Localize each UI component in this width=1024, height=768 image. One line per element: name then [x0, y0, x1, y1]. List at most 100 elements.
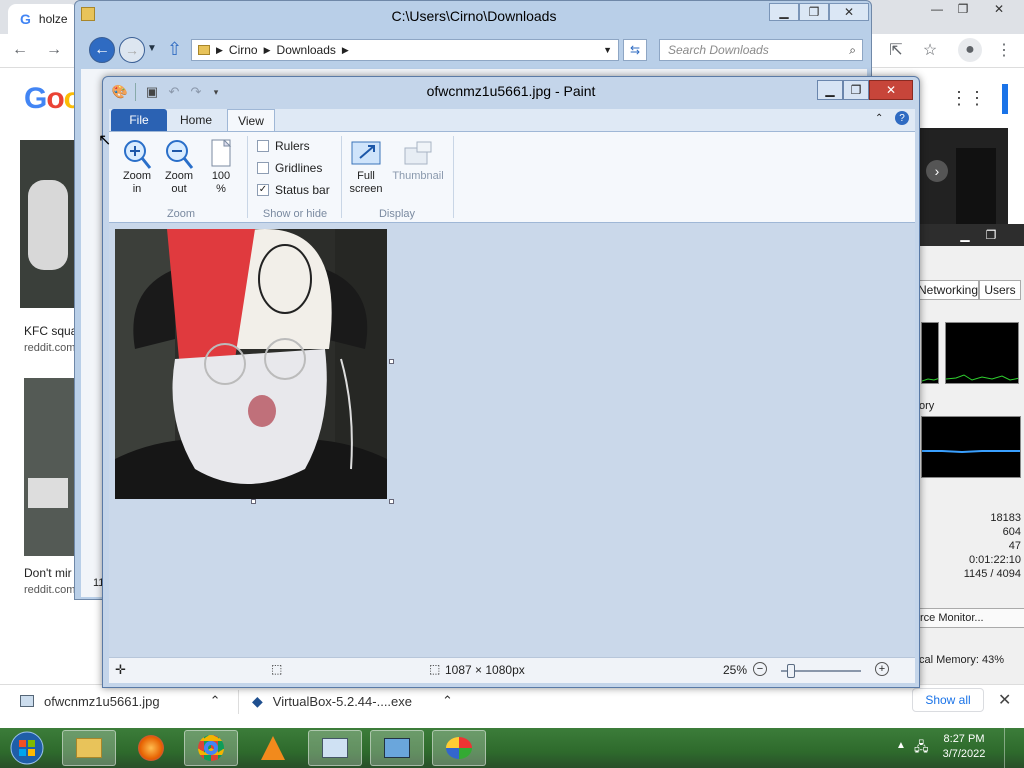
breadcrumb-separator-icon: ▶ — [216, 44, 223, 55]
taskbar-chrome[interactable] — [184, 730, 238, 766]
cursor-position-icon: ✛ — [115, 662, 126, 677]
taskbar-vlc[interactable] — [246, 730, 300, 766]
folder-icon — [76, 738, 102, 758]
status-bar-checkbox[interactable]: ✓ — [257, 184, 269, 196]
close-shelf-icon[interactable]: ✕ — [998, 690, 1011, 710]
paint-minimize-button[interactable]: ▁ — [817, 80, 843, 100]
result-thumbnail[interactable]: › — [920, 128, 1008, 224]
tab-networking[interactable]: Networking — [917, 280, 979, 300]
chevron-up-icon[interactable]: ⌃ — [210, 693, 221, 709]
canvas-area[interactable] — [109, 223, 915, 657]
address-dropdown-icon[interactable]: ▼ — [603, 45, 612, 55]
result-thumbnail[interactable] — [20, 140, 80, 308]
zoom-out-icon — [166, 140, 194, 169]
result-thumbnail[interactable] — [24, 378, 74, 556]
up-arrow-icon[interactable]: ⇧ — [167, 39, 182, 60]
explorer-close-button[interactable]: ✕ — [829, 3, 869, 21]
chevron-up-icon[interactable]: ⌃ — [442, 693, 453, 709]
chrome-close-button[interactable]: ✕ — [984, 0, 1014, 18]
download-name: VirtualBox-5.2.44-....exe — [272, 693, 413, 709]
explorer-minimize-button[interactable]: ▁ — [769, 3, 799, 21]
zoom-in-small-icon[interactable]: + — [875, 662, 889, 676]
tab-home[interactable]: Home — [171, 109, 221, 131]
taskbar-remote-desktop[interactable] — [370, 730, 424, 766]
explorer-title: C:\Users\Cirno\Downloads — [391, 8, 557, 24]
zoom-group-label: Zoom — [166, 208, 196, 220]
download-item[interactable]: ◆ VirtualBox-5.2.44-....exe ⌃ — [252, 686, 453, 716]
result-source: reddit.com — [24, 584, 76, 596]
search-input[interactable]: Search Downloads ⌕ — [659, 39, 863, 61]
tab-users[interactable]: Users — [979, 280, 1021, 300]
apps-grid-icon[interactable]: ⋮⋮ — [950, 86, 986, 110]
chrome-icon — [198, 735, 224, 761]
show-hidden-icons-icon[interactable]: ▲ — [896, 740, 906, 751]
resize-handle[interactable] — [251, 499, 256, 504]
image-canvas[interactable] — [115, 229, 387, 499]
start-button[interactable] — [4, 729, 50, 767]
memory-label: ory — [919, 400, 935, 412]
show-desktop-button[interactable] — [1004, 728, 1024, 768]
paint-maximize-button[interactable]: ❐ — [843, 80, 869, 100]
taskbar-explorer[interactable] — [62, 730, 116, 766]
tab-file[interactable]: File — [111, 109, 167, 131]
taskbar-firefox[interactable] — [124, 730, 178, 766]
tm-maximize-button[interactable]: ❐ — [979, 226, 1003, 244]
display-group-label: Display — [378, 208, 416, 220]
explorer-maximize-button[interactable]: ❐ — [799, 3, 829, 21]
zoom-100-button[interactable]: 100 % — [201, 138, 241, 196]
back-arrow-icon[interactable]: ← — [89, 37, 115, 63]
rulers-checkbox-row[interactable]: Rulers — [257, 136, 310, 156]
image-size-icon: ⬚ — [429, 662, 441, 676]
full-screen-label-2: screen — [349, 183, 383, 195]
taskbar-task-manager[interactable] — [308, 730, 362, 766]
help-icon[interactable]: ? — [895, 111, 909, 125]
thumbnail-button[interactable]: Thumbnail — [387, 138, 449, 183]
image-size-text: 1087 × 1080px — [445, 663, 525, 677]
tm-minimize-button[interactable]: ▁ — [953, 226, 977, 244]
stat-value: 604 — [1002, 526, 1021, 538]
zoom-slider-thumb[interactable] — [787, 664, 795, 678]
full-screen-label-1: Full — [357, 170, 375, 182]
forward-arrow-icon[interactable]: → — [119, 37, 145, 63]
zoom-in-button[interactable]: Zoom in — [117, 138, 157, 196]
gridlines-checkbox-row[interactable]: Gridlines — [257, 158, 322, 178]
refresh-icon[interactable]: ⇆ — [623, 39, 647, 61]
system-clock[interactable]: 8:27 PM 3/7/2022 — [934, 732, 994, 762]
zoom-out-small-icon[interactable]: − — [753, 662, 767, 676]
rulers-checkbox[interactable] — [257, 140, 269, 152]
selection-size-icon: ⬚ — [271, 662, 283, 676]
back-arrow-icon[interactable]: ← — [8, 38, 32, 62]
forward-arrow-icon[interactable]: → — [42, 38, 66, 62]
full-screen-button[interactable]: Full screen — [345, 138, 387, 196]
status-bar-checkbox-row[interactable]: ✓ Status bar — [257, 180, 330, 200]
chrome-maximize-button[interactable]: ❐ — [948, 0, 978, 18]
minimize-ribbon-icon[interactable]: ⌃ — [875, 113, 883, 124]
resize-handle[interactable] — [389, 359, 394, 364]
resource-monitor-button[interactable]: rce Monitor... — [917, 608, 1024, 628]
paint-close-button[interactable]: ✕ — [869, 80, 913, 100]
breadcrumb-downloads[interactable]: Downloads — [277, 43, 336, 57]
address-bar[interactable]: ▶ Cirno ▶ Downloads ▶ ▼ — [191, 39, 619, 61]
taskbar-paint[interactable] — [432, 730, 486, 766]
show-all-button[interactable]: Show all — [912, 688, 984, 712]
paint-palette-icon — [446, 737, 472, 759]
chrome-menu-icon[interactable]: ⋮ — [992, 38, 1016, 62]
profile-avatar-icon[interactable]: ● — [958, 38, 982, 62]
photo-image — [115, 229, 387, 499]
bookmark-star-icon[interactable]: ☆ — [918, 38, 942, 62]
resize-handle[interactable] — [389, 499, 394, 504]
zoom-out-button[interactable]: Zoom out — [159, 138, 199, 196]
share-icon[interactable]: ⇱ — [884, 38, 908, 62]
gridlines-checkbox[interactable] — [257, 162, 269, 174]
stat-value: 1145 / 4094 — [963, 568, 1021, 580]
breadcrumb-cirno[interactable]: Cirno — [229, 43, 258, 57]
tab-view[interactable]: View — [227, 109, 275, 131]
network-icon[interactable]: 🖧 — [914, 738, 929, 760]
result-caption[interactable]: Don't mir — [24, 566, 72, 580]
recent-pages-dropdown-icon[interactable]: ▼ — [147, 43, 157, 54]
chrome-tab[interactable]: G holze — [8, 4, 78, 34]
download-item[interactable]: ofwcnmz1u5661.jpg ⌃ — [20, 686, 221, 716]
zoom-out-label-1: Zoom — [164, 170, 194, 182]
result-caption[interactable]: KFC squa — [24, 324, 77, 338]
thumbnail-icon — [404, 141, 432, 165]
